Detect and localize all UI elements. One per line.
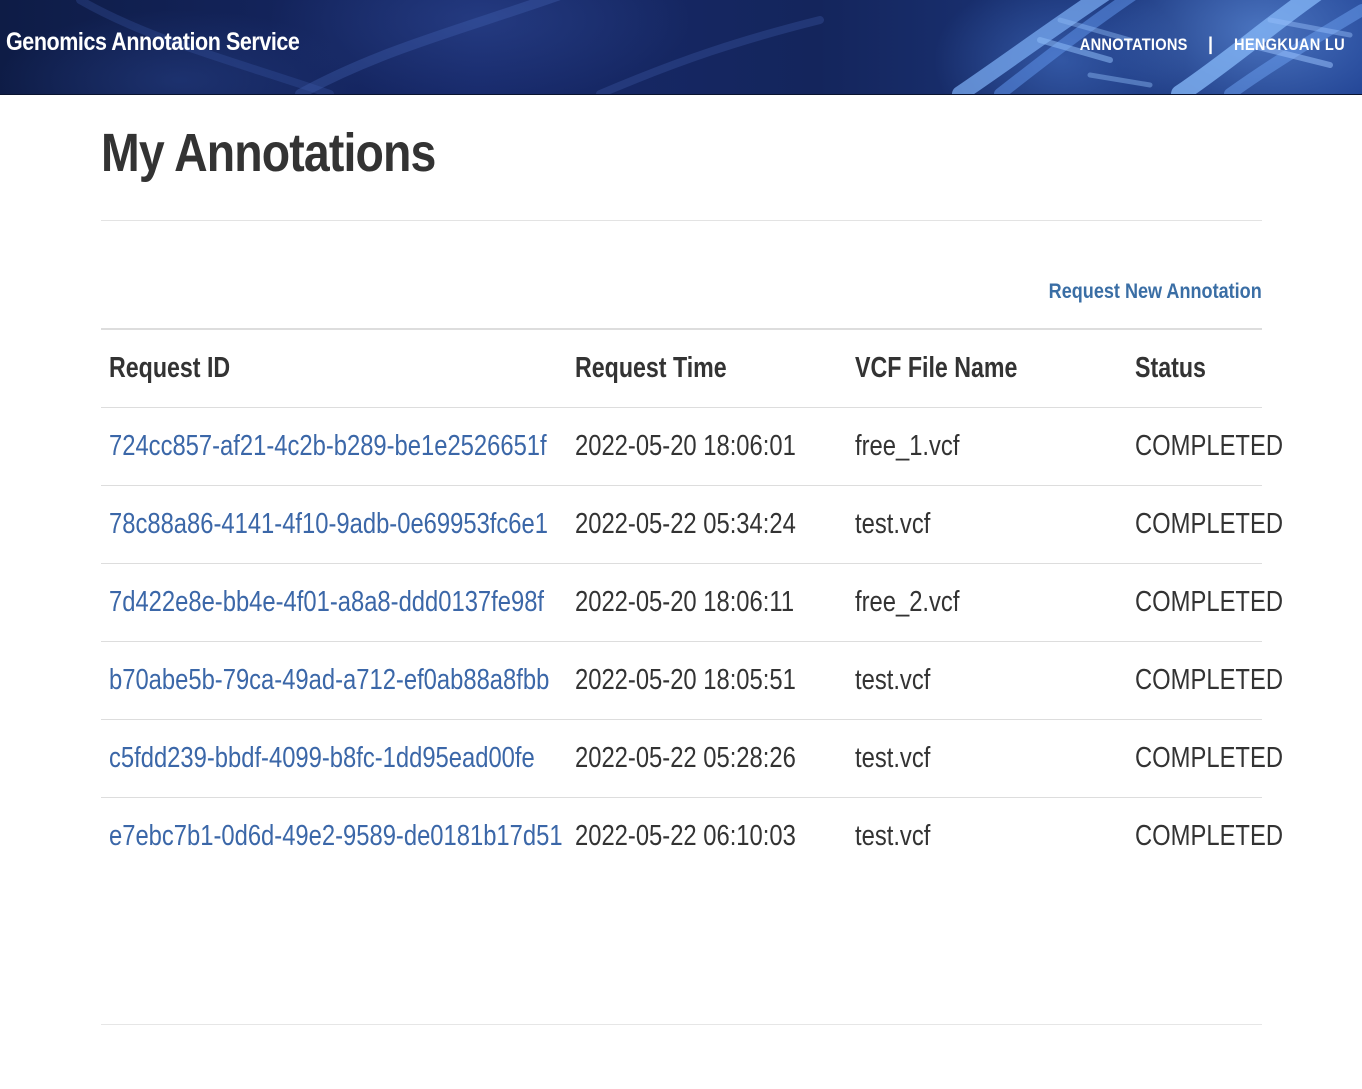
status-cell: COMPLETED (1127, 641, 1283, 720)
request-id-cell: b70abe5b-79ca-49ad-a712-ef0ab88a8fbb (101, 641, 567, 720)
title-divider (101, 220, 1262, 221)
table-row: b70abe5b-79ca-49ad-a712-ef0ab88a8fbb 202… (101, 641, 1283, 720)
nav-link-user-account[interactable]: HENGKUAN LU (1234, 35, 1345, 55)
nav-separator: | (1208, 34, 1214, 54)
request-id-cell: c5fdd239-bbdf-4099-b8fc-1dd95ead00fe (101, 719, 567, 798)
request-id-cell: e7ebc7b1-0d6d-49e2-9589-de0181b17d51 (101, 797, 567, 875)
request-id-link[interactable]: 78c88a86-4141-4f10-9adb-0e69953fc6e1 (109, 508, 548, 541)
request-time-cell: 2022-05-22 06:10:03 (567, 797, 847, 875)
vcf-file-name-cell: free_2.vcf (847, 563, 1127, 642)
vcf-file-name-cell: test.vcf (847, 797, 1127, 875)
request-time-cell: 2022-05-22 05:34:24 (567, 485, 847, 564)
column-header-status: Status (1127, 328, 1262, 408)
vcf-file-name-cell: test.vcf (847, 641, 1127, 720)
status-cell: COMPLETED (1127, 485, 1283, 564)
request-id-cell: 7d422e8e-bb4e-4f01-a8a8-ddd0137fe98f (101, 563, 567, 642)
request-id-link[interactable]: e7ebc7b1-0d6d-49e2-9589-de0181b17d51 (109, 820, 563, 853)
brand-link[interactable]: Genomics Annotation Service (6, 28, 300, 57)
status-cell: COMPLETED (1127, 797, 1283, 875)
status-cell: COMPLETED (1127, 719, 1283, 798)
page-title: My Annotations (101, 123, 436, 183)
nav-link-annotations[interactable]: ANNOTATIONS (1079, 35, 1187, 55)
table-row: c5fdd239-bbdf-4099-b8fc-1dd95ead00fe 202… (101, 719, 1283, 798)
status-cell: COMPLETED (1127, 407, 1283, 486)
navbar-links: ANNOTATIONS | HENGKUAN LU (1071, 34, 1354, 55)
table-header-row: Request ID Request Time VCF File Name St… (101, 328, 1262, 408)
vcf-file-name-cell: test.vcf (847, 719, 1127, 798)
request-id-cell: 78c88a86-4141-4f10-9adb-0e69953fc6e1 (101, 485, 567, 564)
table-row: e7ebc7b1-0d6d-49e2-9589-de0181b17d51 202… (101, 797, 1283, 875)
status-cell: COMPLETED (1127, 563, 1283, 642)
request-time-cell: 2022-05-20 18:06:11 (567, 563, 847, 642)
request-id-link[interactable]: 7d422e8e-bb4e-4f01-a8a8-ddd0137fe98f (109, 586, 544, 619)
vcf-file-name-cell: free_1.vcf (847, 407, 1127, 486)
request-id-link[interactable]: b70abe5b-79ca-49ad-a712-ef0ab88a8fbb (109, 664, 549, 697)
footer-divider (101, 1024, 1262, 1025)
request-time-cell: 2022-05-20 18:05:51 (567, 641, 847, 720)
vcf-file-name-cell: test.vcf (847, 485, 1127, 564)
column-header-vcf-file-name: VCF File Name (847, 328, 1127, 408)
table-row: 7d422e8e-bb4e-4f01-a8a8-ddd0137fe98f 202… (101, 563, 1283, 642)
table-row: 78c88a86-4141-4f10-9adb-0e69953fc6e1 202… (101, 485, 1283, 564)
column-header-request-id: Request ID (101, 328, 567, 408)
request-time-cell: 2022-05-20 18:06:01 (567, 407, 847, 486)
top-navbar: Genomics Annotation Service ANNOTATIONS … (0, 0, 1362, 95)
column-header-request-time: Request Time (567, 328, 847, 408)
table-row: 724cc857-af21-4c2b-b289-be1e2526651f 202… (101, 407, 1283, 486)
request-id-link[interactable]: c5fdd239-bbdf-4099-b8fc-1dd95ead00fe (109, 742, 535, 775)
request-id-link[interactable]: 724cc857-af21-4c2b-b289-be1e2526651f (109, 430, 547, 463)
request-id-cell: 724cc857-af21-4c2b-b289-be1e2526651f (101, 407, 567, 486)
annotations-table: Request ID Request Time VCF File Name St… (101, 328, 1283, 875)
request-time-cell: 2022-05-22 05:28:26 (567, 719, 847, 798)
request-new-annotation-link[interactable]: Request New Annotation (1049, 280, 1262, 304)
